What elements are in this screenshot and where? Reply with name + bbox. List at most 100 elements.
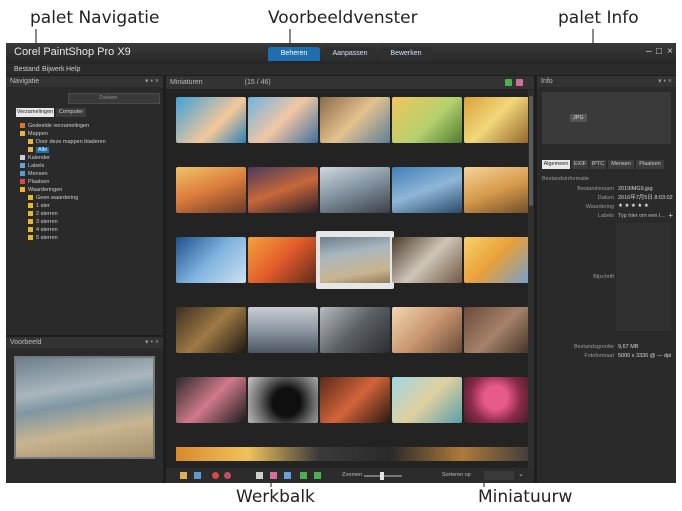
- app-window: Corel PaintShop Pro X9 Beheren Aanpassen…: [6, 43, 676, 483]
- calendar-icon: [20, 155, 25, 161]
- thumbnail-5[interactable]: [464, 97, 534, 143]
- caption-input[interactable]: [616, 223, 671, 331]
- details-view-icon[interactable]: [194, 472, 201, 479]
- panel-controls-icon[interactable]: ▾ • ×: [145, 76, 159, 87]
- close-button[interactable]: ×: [667, 46, 673, 57]
- camera-info-display: JPG: [542, 92, 671, 144]
- tree-item-browse-folders[interactable]: Door deze mappen bladeren: [6, 139, 106, 146]
- scrollbar-thumb[interactable]: [529, 96, 533, 206]
- field-value-date: 2016年7月5日 8:03:02: [618, 195, 673, 201]
- info-tab-general[interactable]: Algemeen: [542, 160, 570, 169]
- tree-item-shared-collections[interactable]: Gedeelde verzamelingen: [6, 123, 89, 130]
- grid-view-icon[interactable]: [516, 79, 523, 86]
- menu-help[interactable]: Help: [66, 64, 80, 75]
- tree-item-2-stars[interactable]: 2 sterren: [6, 211, 58, 218]
- thumbnail-19[interactable]: [392, 307, 462, 353]
- tab-bewerken[interactable]: Bewerken: [380, 47, 432, 61]
- navigation-header: Navigatie ▾ • ×: [6, 76, 163, 87]
- tree-item-calendar[interactable]: Kalender: [6, 155, 50, 162]
- thumbnail-20[interactable]: [464, 307, 534, 353]
- tree-item-folders[interactable]: Mappen: [6, 131, 48, 138]
- thumbnail-13-selected[interactable]: [316, 231, 394, 289]
- tile-view-icon[interactable]: [180, 472, 187, 479]
- tree-label: Mensen: [28, 171, 48, 177]
- tree-item-no-rating[interactable]: Geen waardering: [6, 195, 78, 202]
- info-tab-exif[interactable]: EXIF: [572, 160, 588, 169]
- callout-info: palet Info: [558, 8, 639, 28]
- thumbnail-8[interactable]: [320, 167, 390, 213]
- labels-input[interactable]: Typ hier om een l...: [618, 213, 665, 220]
- tree-item-5-stars[interactable]: 5 sterren: [6, 235, 58, 242]
- info-tab-places[interactable]: Plaatsen: [636, 160, 664, 169]
- preview-palette: Voorbeeld ▾ • ×: [6, 337, 163, 483]
- tree-item-people[interactable]: Mensen: [6, 171, 48, 178]
- field-label-filename: Bestandsnaam: [577, 186, 614, 192]
- thumbnail-7[interactable]: [248, 167, 318, 213]
- field-label-photo-size: Fotoformaat: [584, 353, 614, 359]
- tree-item-ratings[interactable]: Waarderingen: [6, 187, 62, 194]
- thumbnail-scrollbar[interactable]: [528, 90, 534, 468]
- undo-icon[interactable]: [300, 472, 307, 479]
- thumbnail-3[interactable]: [320, 97, 390, 143]
- info-tab-people[interactable]: Mensen: [608, 160, 634, 169]
- redo-icon[interactable]: [314, 472, 321, 479]
- view-mode-icon[interactable]: [505, 79, 512, 86]
- tab-computer[interactable]: Computer: [56, 108, 86, 117]
- thumbnail-25[interactable]: [464, 377, 534, 423]
- tree-item-3-stars[interactable]: 3 sterren: [6, 219, 58, 226]
- tab-verzamelingen[interactable]: Verzamelingen: [16, 108, 54, 117]
- minimize-button[interactable]: –: [646, 46, 652, 57]
- thumbnail-11[interactable]: [176, 237, 246, 283]
- thumbnail-23[interactable]: [320, 377, 390, 423]
- tree-item-1-star[interactable]: 1 ster: [6, 203, 50, 210]
- thumbnail-16[interactable]: [176, 307, 246, 353]
- tree-item-all[interactable]: Alle: [6, 147, 50, 154]
- tab-label: Algemeen: [543, 161, 569, 167]
- rotate-right-icon[interactable]: [224, 472, 231, 479]
- info-palette: Info ▾ • × JPG Algemeen EXIF IPTC Mensen…: [537, 76, 676, 483]
- menu-bijwerk[interactable]: Bijwerk: [42, 64, 65, 75]
- search-input[interactable]: Zoeken: [68, 93, 160, 104]
- thumbnail-18[interactable]: [320, 307, 390, 353]
- tree-label: 5 sterren: [36, 235, 58, 241]
- print-icon[interactable]: [256, 472, 263, 479]
- rotate-left-icon[interactable]: [212, 472, 219, 479]
- thumbnail-9[interactable]: [392, 167, 462, 213]
- rating-stars[interactable]: ★ ★ ★ ★ ★: [618, 203, 649, 210]
- field-value-filesize: 9,67 MB: [618, 344, 639, 350]
- tab-beheren[interactable]: Beheren: [268, 47, 320, 61]
- panel-controls-icon[interactable]: ▾ • ×: [145, 337, 159, 348]
- maximize-button[interactable]: □: [656, 46, 662, 57]
- thumbnail-24[interactable]: [392, 377, 462, 423]
- field-value-filename: 2019IMG9.jpg: [618, 186, 653, 192]
- menu-bestand[interactable]: Bestand: [14, 64, 40, 75]
- tree-label: Labels: [28, 163, 45, 169]
- info-tab-iptc[interactable]: IPTC: [590, 160, 606, 169]
- tree-item-labels[interactable]: Labels: [6, 163, 44, 170]
- thumbnail-14[interactable]: [392, 237, 462, 283]
- thumbnail-2[interactable]: [248, 97, 318, 143]
- thumbnail-6[interactable]: [176, 167, 246, 213]
- tree-item-places[interactable]: Plaatsen: [6, 179, 49, 186]
- thumbnail-10[interactable]: [464, 167, 534, 213]
- tab-label: Computer: [58, 109, 84, 115]
- thumbnail-17[interactable]: [248, 307, 318, 353]
- sort-dropdown[interactable]: [484, 471, 514, 480]
- tree-item-4-stars[interactable]: 4 sterren: [6, 227, 58, 234]
- tab-aanpassen[interactable]: Aanpassen: [324, 47, 376, 61]
- thumbnail-4[interactable]: [392, 97, 462, 143]
- add-label-icon[interactable]: +: [668, 211, 673, 220]
- zoom-slider-handle[interactable]: [380, 472, 384, 480]
- thumbnail-area: Miniaturen (15 / 46) Zoomen Sorteren op …: [166, 76, 534, 483]
- panel-controls-icon[interactable]: ▾ • ×: [658, 76, 672, 87]
- thumbnail-15[interactable]: [464, 237, 534, 283]
- thumbnail-22[interactable]: [248, 377, 318, 423]
- thumbnail-21[interactable]: [176, 377, 246, 423]
- tag-icon[interactable]: [284, 472, 291, 479]
- share-icon[interactable]: [270, 472, 277, 479]
- star-icon: [28, 203, 33, 209]
- thumbnail-1[interactable]: [176, 97, 246, 143]
- caption-label: Bijschrift: [593, 274, 614, 280]
- thumbnail-12[interactable]: [248, 237, 318, 283]
- chevron-down-icon[interactable]: ⌄: [518, 470, 524, 478]
